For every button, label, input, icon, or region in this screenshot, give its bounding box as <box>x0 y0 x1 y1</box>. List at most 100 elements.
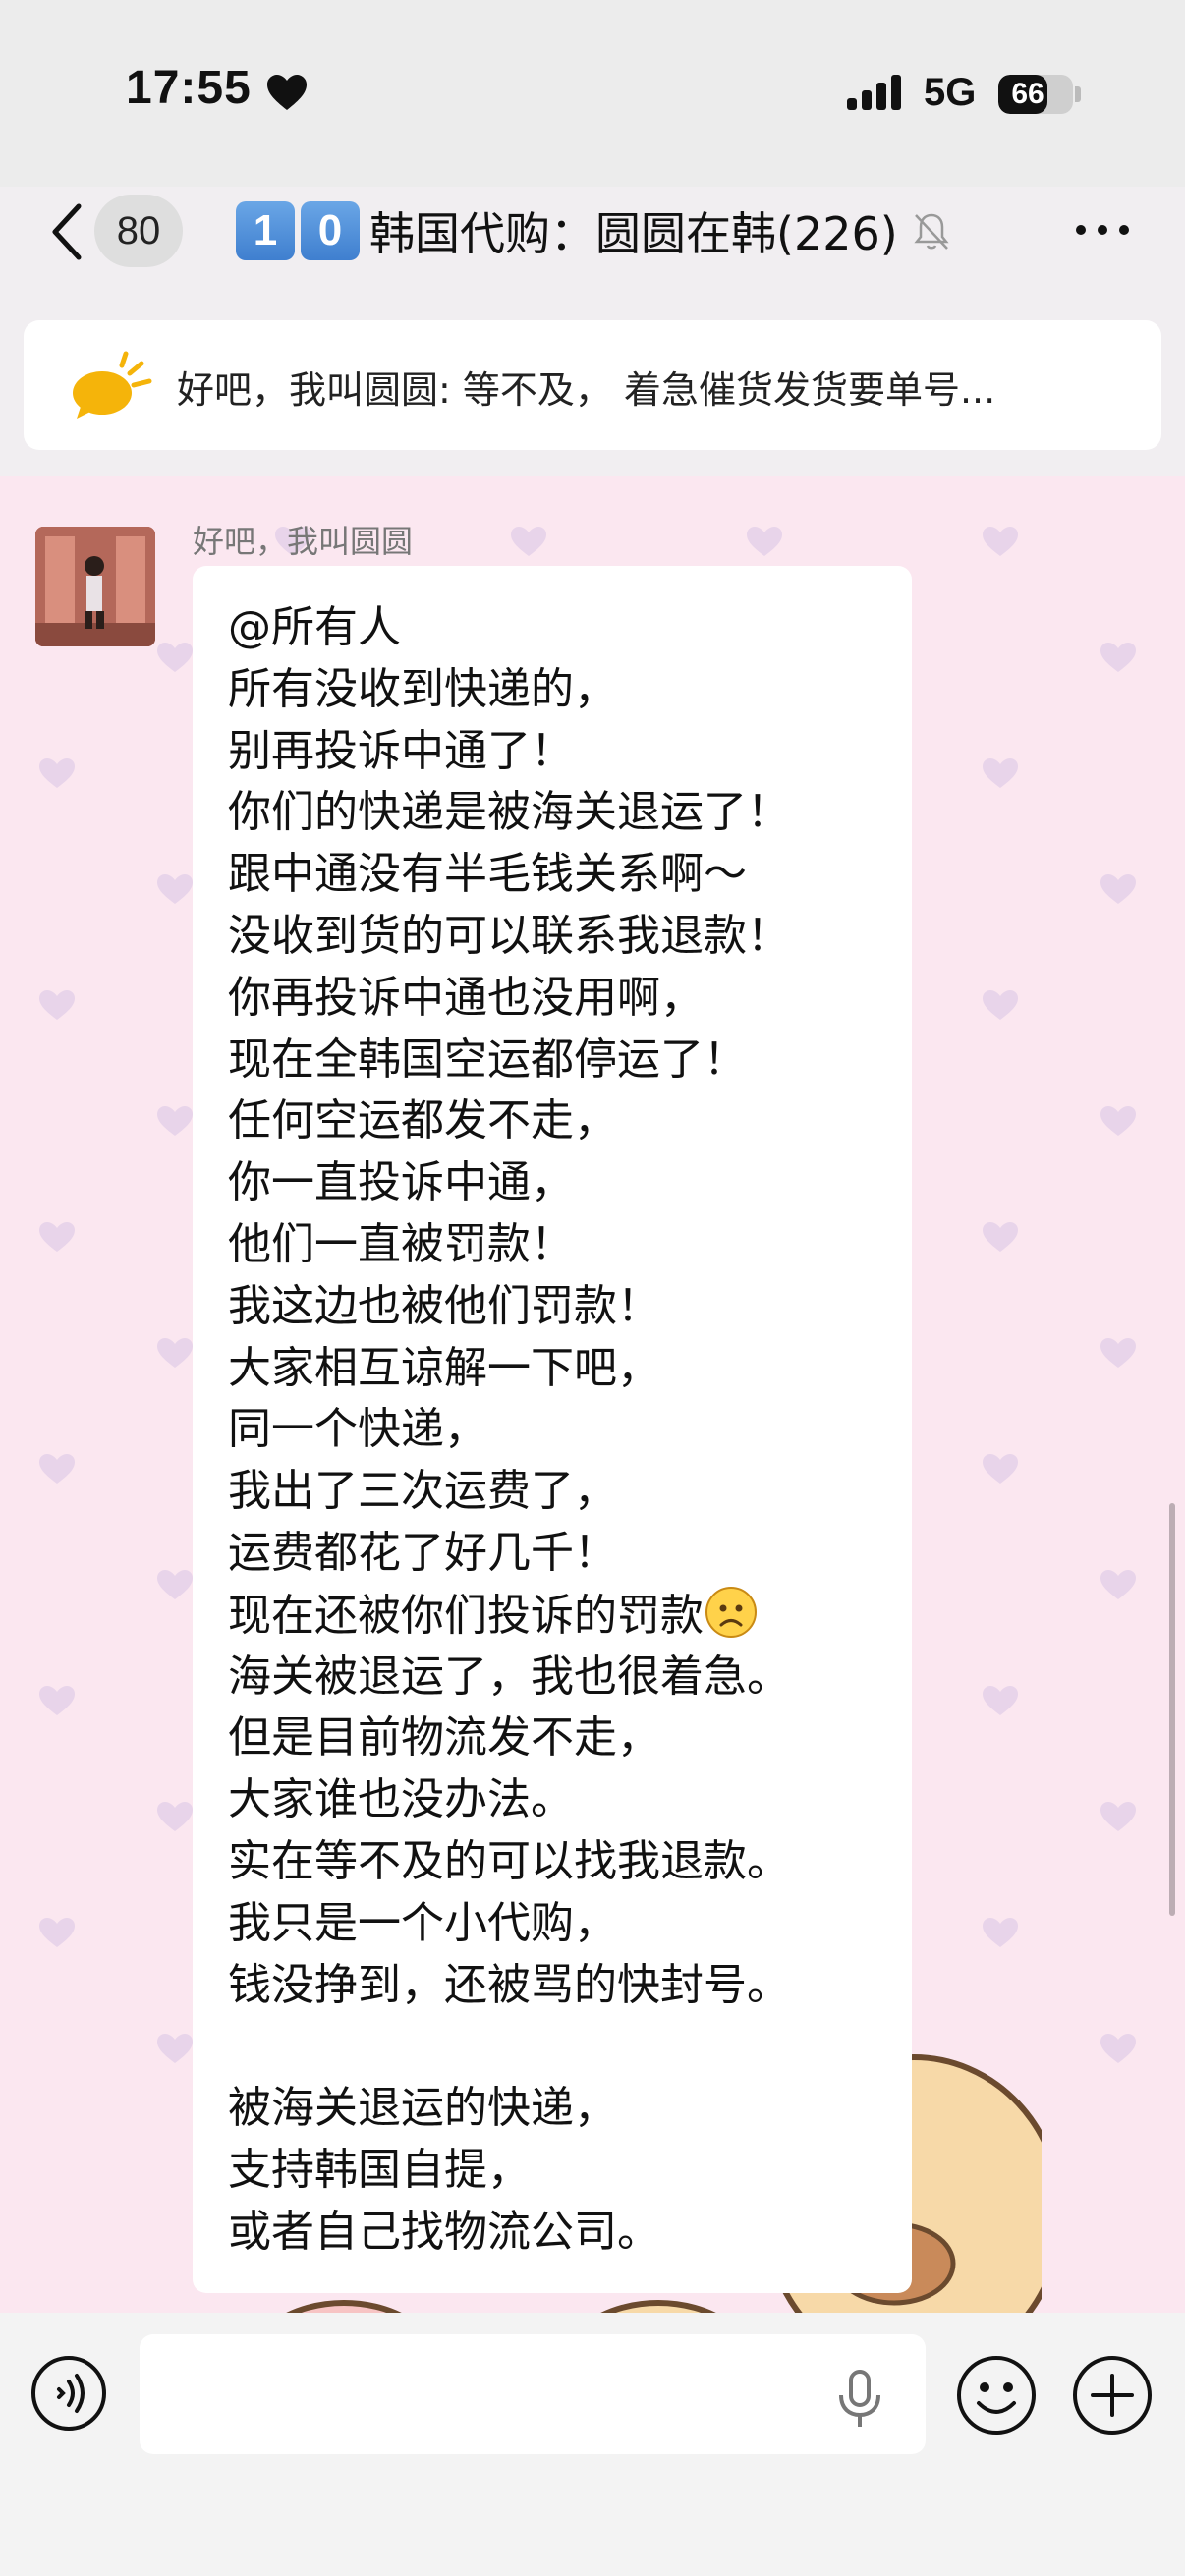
message-line: 我这边也被他们罚款！ <box>228 1276 912 1338</box>
heart-pattern-icon <box>157 2034 193 2063</box>
heart-pattern-icon <box>39 758 75 788</box>
message-line: 海关被退运了，我也很着急。 <box>228 1647 912 1708</box>
message-input[interactable] <box>140 2334 926 2454</box>
heart-pattern-icon <box>1100 2034 1136 2063</box>
voice-icon[interactable] <box>29 2354 108 2433</box>
heart-icon <box>267 75 307 110</box>
message-line-text: 你们的快递是被海关退运了！ <box>228 787 790 838</box>
message-line-text: 你再投诉中通也没用啊， <box>228 972 704 1023</box>
input-bar <box>0 2313 1185 2576</box>
message-line-text: 我这边也被他们罚款！ <box>228 1280 660 1331</box>
bell-slash-icon <box>914 213 949 250</box>
message-line-text: 我出了三次运费了， <box>228 1466 617 1517</box>
message-line: 实在等不及的可以找我退款。 <box>228 1831 912 1893</box>
message-line-text: 没收到货的可以联系我退款！ <box>228 910 790 961</box>
heart-pattern-icon <box>1100 874 1136 904</box>
plus-icon[interactable] <box>1071 2354 1154 2436</box>
heart-pattern-icon <box>39 990 75 1020</box>
message-line: 运费都花了好几千！ <box>228 1523 912 1585</box>
message-line-text: 但是目前物流发不走， <box>228 1712 660 1764</box>
message-line-text: 被海关退运的快递， <box>228 2083 617 2134</box>
heart-pattern-icon <box>157 643 193 672</box>
message-line-text: 支持韩国自提， <box>228 2144 531 2195</box>
avatar-image <box>35 527 155 646</box>
message-line: 钱没挣到，还被骂的快封号。 <box>228 1955 912 2017</box>
message-line: 没收到货的可以联系我退款！ <box>228 906 912 968</box>
pinned-notice[interactable]: 好吧，我叫圆圆: 等不及， 着急催货发货要单号... <box>24 320 1161 450</box>
message-bubble[interactable]: @所有人所有没收到快递的， 别再投诉中通了！ 你们的快递是被海关退运了！ 跟中通没有半… <box>193 566 912 2293</box>
keycap-digit: 1 <box>236 201 295 260</box>
heart-pattern-icon <box>1100 1338 1136 1368</box>
message-line-text: 你一直投诉中通， <box>228 1157 574 1208</box>
network-type: 5G <box>924 71 977 114</box>
sender-name: 好吧，我叫圆圆 <box>193 523 414 560</box>
message-line-text: 同一个快递， <box>228 1404 487 1455</box>
heart-pattern-icon <box>1100 1802 1136 1831</box>
sad-face-emoji-icon <box>705 1586 757 1638</box>
battery-tip <box>1075 86 1081 102</box>
mic-icon[interactable] <box>833 2368 886 2431</box>
battery-indicator: 66 <box>998 75 1073 114</box>
message-line-text: @所有人 <box>228 602 401 652</box>
message-line-text: 大家相互谅解一下吧， <box>228 1342 660 1393</box>
chat-title-group[interactable]: 1 0 韩国代购：圆圆在韩(226) <box>236 195 953 267</box>
heart-pattern-icon <box>1100 1570 1136 1599</box>
message-line-text: 任何空运都发不走， <box>228 1095 617 1147</box>
heart-pattern-icon <box>39 1918 75 1947</box>
message-line: 所有没收到快递的， <box>228 659 912 721</box>
scrollbar[interactable] <box>1169 1503 1175 1916</box>
message-line: 我出了三次运费了， <box>228 1461 912 1523</box>
message-line: 但是目前物流发不走， <box>228 1708 912 1769</box>
message-line: 或者自己找物流公司。 <box>228 2202 912 2264</box>
message-line: 别再投诉中通了！ <box>228 721 912 783</box>
chat-title: 韩国代购：圆圆在韩(226) <box>369 207 898 260</box>
heart-pattern-icon <box>983 1222 1018 1252</box>
message-line: 同一个快递， <box>228 1399 912 1461</box>
message-line-text: 我只是一个小代购， <box>228 1897 617 1948</box>
heart-pattern-icon <box>39 1686 75 1715</box>
heart-pattern-icon <box>39 1222 75 1252</box>
message-line <box>228 2016 912 2078</box>
message-line: 你一直投诉中通， <box>228 1152 912 1214</box>
heart-pattern-icon <box>747 527 782 556</box>
message-line: 支持韩国自提， <box>228 2140 912 2202</box>
emoji-icon[interactable] <box>955 2354 1038 2436</box>
message-line-text: 海关被退运了，我也很着急。 <box>228 1651 790 1702</box>
message-line-text: 实在等不及的可以找我退款。 <box>228 1835 790 1886</box>
battery-text: 66 <box>1011 78 1044 110</box>
heart-pattern-icon <box>983 1918 1018 1947</box>
more-dots-icon[interactable] <box>1073 218 1132 242</box>
message-line-text: 现在还被你们投诉的罚款 <box>228 1590 704 1641</box>
unread-badge[interactable]: 80 <box>94 195 183 267</box>
avatar[interactable] <box>35 527 155 646</box>
chevron-left-icon[interactable] <box>47 200 86 263</box>
message-line: 大家谁也没办法。 <box>228 1769 912 1831</box>
message-line: 任何空运都发不走， <box>228 1091 912 1152</box>
heart-pattern-icon <box>157 874 193 904</box>
heart-pattern-icon <box>1100 643 1136 672</box>
message-line-text: 或者自己找物流公司。 <box>228 2206 660 2257</box>
keycap-digit: 0 <box>301 201 360 260</box>
heart-pattern-icon <box>983 758 1018 788</box>
message-line: 大家相互谅解一下吧， <box>228 1338 912 1400</box>
message-line: 现在还被你们投诉的罚款 <box>228 1585 912 1647</box>
message-line-text: 钱没挣到，还被骂的快封号。 <box>228 1959 790 2010</box>
message-line: 跟中通没有半毛钱关系啊～ <box>228 844 912 906</box>
heart-pattern-icon <box>39 1454 75 1484</box>
message-line-text: 跟中通没有半毛钱关系啊～ <box>228 849 747 900</box>
message-line: 被海关退运的快递， <box>228 2078 912 2140</box>
heart-pattern-icon <box>1100 1106 1136 1136</box>
message-line-text: 所有没收到快递的， <box>228 663 617 714</box>
signal-icon <box>847 75 901 110</box>
heart-pattern-icon <box>157 1570 193 1599</box>
message-line-text: 别再投诉中通了！ <box>228 725 574 776</box>
status-bar: 17:55 5G 66 80 1 0 韩国代购：圆圆在韩(226) <box>0 0 1185 267</box>
heart-pattern-icon <box>157 1338 193 1368</box>
heart-pattern-icon <box>157 1106 193 1136</box>
message-line-text: 运费都花了好几千！ <box>228 1527 617 1578</box>
message-line-text: 现在全韩国空运都停运了！ <box>228 1034 747 1085</box>
heart-pattern-icon <box>511 527 546 556</box>
notice-text: 好吧，我叫圆圆: 等不及， 着急催货发货要单号... <box>177 368 996 412</box>
message-line: 现在全韩国空运都停运了！ <box>228 1030 912 1092</box>
heart-pattern-icon <box>983 990 1018 1020</box>
